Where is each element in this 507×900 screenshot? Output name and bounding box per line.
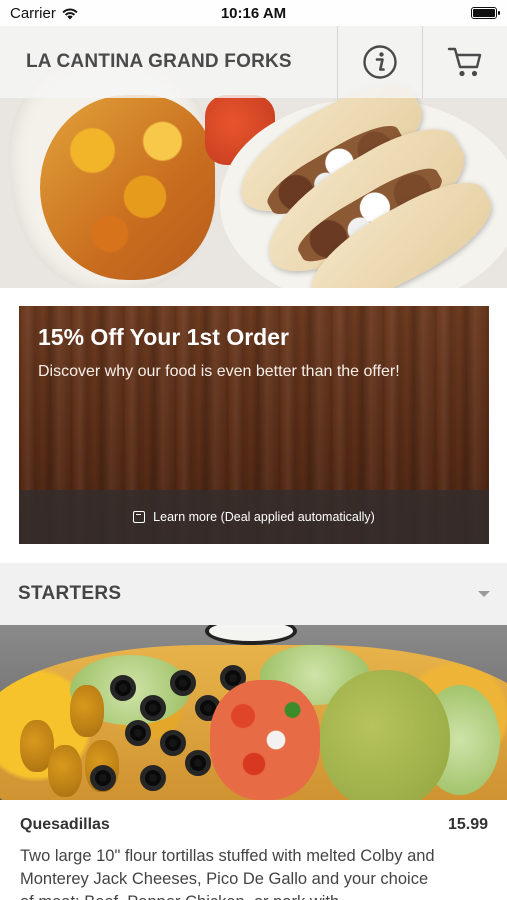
section-header-starters[interactable]: STARTERS (0, 563, 507, 625)
status-bar: Carrier 10:16 AM (0, 0, 507, 26)
info-circle-icon (363, 45, 397, 79)
info-button[interactable] (337, 26, 422, 98)
wifi-icon (62, 8, 78, 19)
carrier-label: Carrier (10, 4, 56, 22)
olive (90, 765, 116, 791)
nav-bar: LA CANTINA GRAND FORKS (0, 26, 507, 98)
olive (110, 675, 136, 701)
learn-more-link[interactable]: Learn more (Deal applied automatically) (19, 490, 489, 544)
olive (170, 670, 196, 696)
deal-icon (133, 511, 146, 523)
menu-item-image[interactable] (0, 625, 507, 800)
restaurant-title: LA CANTINA GRAND FORKS (26, 51, 292, 72)
olive (185, 750, 211, 776)
olive (160, 730, 186, 756)
pico-de-gallo (210, 680, 320, 800)
promo-banner[interactable]: 15% Off Your 1st Order Discover why our … (19, 306, 489, 544)
promo-subtitle: Discover why our food is even better tha… (38, 363, 400, 380)
cart-button[interactable] (422, 26, 507, 98)
menu-item-description: Two large 10" flour tortillas stuffed wi… (20, 847, 435, 900)
status-left: Carrier (10, 5, 79, 22)
promo-title: 15% Off Your 1st Order (38, 324, 289, 350)
rice (40, 95, 215, 280)
battery-icon (471, 7, 500, 19)
sauce-cup (205, 625, 297, 645)
olive (140, 765, 166, 791)
menu-item-name[interactable]: Quesadillas (20, 816, 110, 834)
jalapeno (70, 685, 104, 737)
olive (140, 695, 166, 721)
guacamole (320, 670, 450, 800)
menu-item-price: 15.99 (447, 816, 488, 833)
cart-icon (447, 47, 482, 77)
jalapeno (48, 745, 82, 797)
olive (125, 720, 151, 746)
learn-more-label: Learn more (Deal applied automatically) (153, 510, 375, 524)
chevron-down-icon (478, 591, 490, 597)
section-title: STARTERS (18, 583, 122, 604)
